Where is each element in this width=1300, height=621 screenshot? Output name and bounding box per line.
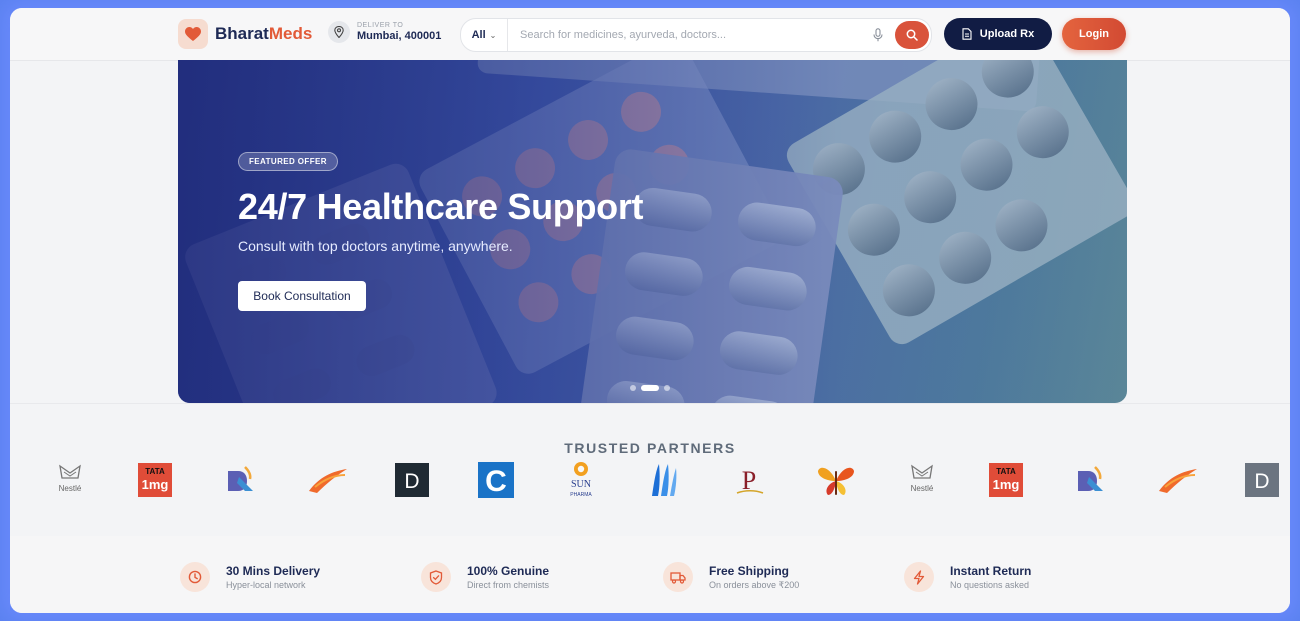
feature-title: 30 Mins Delivery — [226, 564, 321, 578]
tata-1mg-bottom-text-2: 1mg — [993, 477, 1020, 492]
sun-pharma-bottom-text: PHARMA — [570, 492, 592, 498]
chevron-down-icon: ⌄ — [489, 30, 497, 40]
carousel-dot-2[interactable] — [641, 385, 659, 391]
carousel-dot-1[interactable] — [630, 385, 636, 391]
features-bar: 30 Mins Delivery Hyper-local network 100… — [10, 536, 1290, 613]
feature-100-genuine: 100% Genuine Direct from chemists — [421, 562, 549, 592]
feature-subtitle: On orders above ₹200 — [709, 579, 800, 590]
feature-subtitle: Hyper-local network — [226, 580, 306, 590]
trusted-partners-section: TRUSTED PARTNERS Nestlé TATA 1mg D C SUN… — [10, 403, 1290, 537]
document-icon — [962, 28, 972, 40]
search-input[interactable] — [508, 29, 867, 41]
truck-icon — [663, 562, 693, 592]
location-pin-icon — [328, 21, 350, 43]
nestle-logo-text-2: Nestlé — [911, 484, 934, 493]
deliver-to-label: DELIVER TO — [357, 22, 404, 29]
brand-name-part1: Bharat — [215, 24, 269, 43]
hero-title: 24/7 Healthcare Support — [238, 186, 644, 227]
tata-1mg-bottom-text: 1mg — [142, 477, 169, 492]
d-logo[interactable]: D — [394, 460, 430, 500]
login-label: Login — [1079, 28, 1109, 40]
hero-overlay — [178, 60, 1127, 403]
d-logo-text-2: D — [1254, 470, 1269, 493]
search-icon — [906, 29, 918, 41]
logo-heart-icon[interactable] — [178, 19, 208, 49]
cipla-logo-text: C — [485, 465, 507, 498]
delivery-location[interactable]: DELIVER TO Mumbai, 400001 — [328, 21, 441, 43]
search-button[interactable] — [895, 21, 929, 49]
sun-pharma-top-text: SUN — [571, 479, 591, 490]
microphone-icon[interactable] — [867, 24, 889, 46]
feature-title: Free Shipping — [709, 563, 790, 578]
search-bar: All ⌄ — [460, 18, 932, 52]
feature-subtitle: Direct from chemists — [467, 580, 550, 590]
hero-subtitle: Consult with top doctors anytime, anywhe… — [238, 238, 513, 254]
category-dropdown[interactable]: All ⌄ — [461, 19, 508, 51]
d-logo[interactable]: D — [1244, 460, 1280, 500]
clock-icon — [180, 562, 210, 592]
app-frame: BharatMeds DELIVER TO Mumbai, 400001 All… — [10, 8, 1290, 613]
p-logo[interactable]: P — [732, 460, 768, 500]
carousel-indicators — [630, 385, 670, 391]
featured-offer-badge: FEATURED OFFER — [238, 152, 338, 171]
partner-logo-row: Nestlé TATA 1mg D C SUN PHARMA P Nestlé … — [10, 460, 1290, 504]
upload-rx-label: Upload Rx — [979, 28, 1035, 40]
feature-free-shipping: Free Shipping On orders above ₹200 — [663, 562, 799, 592]
tata-1mg-top-text-2: TATA — [996, 467, 1016, 476]
feature-subtitle: No questions asked — [950, 580, 1030, 590]
brand-name-part2: Meds — [268, 24, 313, 43]
carousel-dot-3[interactable] — [664, 385, 670, 391]
partners-title: TRUSTED PARTNERS — [564, 440, 736, 456]
top-navbar: BharatMeds DELIVER TO Mumbai, 400001 All… — [10, 8, 1290, 61]
tata-1mg-top-text: TATA — [145, 467, 165, 476]
feature-30-mins-delivery: 30 Mins Delivery Hyper-local network — [180, 562, 320, 592]
lightning-icon — [904, 562, 934, 592]
mankind-logo[interactable] — [646, 460, 682, 500]
dr-reddys-logo[interactable] — [222, 460, 258, 500]
nestle-logo[interactable]: Nestlé — [50, 460, 90, 500]
tata-1mg-logo[interactable]: TATA 1mg — [988, 460, 1024, 500]
feature-instant-return: Instant Return No questions asked — [904, 562, 1031, 592]
brand-logo-text[interactable]: BharatMeds — [215, 24, 312, 44]
dr-reddys-logo[interactable] — [1072, 460, 1108, 500]
nestle-logo[interactable]: Nestlé — [902, 460, 942, 500]
nestle-logo-text: Nestlé — [59, 484, 82, 493]
zydus-logo[interactable] — [1156, 460, 1200, 500]
upload-rx-button[interactable]: Upload Rx — [944, 18, 1052, 50]
feature-title: 100% Genuine — [467, 564, 550, 578]
sun-pharma-logo[interactable]: SUN PHARMA — [561, 460, 601, 500]
shield-check-icon — [421, 562, 451, 592]
deliver-city-value: Mumbai, 400001 — [357, 30, 442, 42]
book-consultation-button[interactable]: Book Consultation — [238, 281, 366, 311]
feature-title: Instant Return — [950, 564, 1032, 578]
tata-1mg-logo[interactable]: TATA 1mg — [137, 460, 173, 500]
hero-banner: FEATURED OFFER 24/7 Healthcare Support C… — [178, 60, 1127, 403]
zydus-logo[interactable] — [306, 460, 350, 500]
d-logo-text: D — [404, 470, 419, 493]
butterfly-logo[interactable] — [816, 460, 856, 500]
login-button[interactable]: Login — [1062, 18, 1126, 50]
category-selected-value: All — [471, 29, 486, 41]
cipla-logo[interactable]: C — [477, 460, 515, 500]
